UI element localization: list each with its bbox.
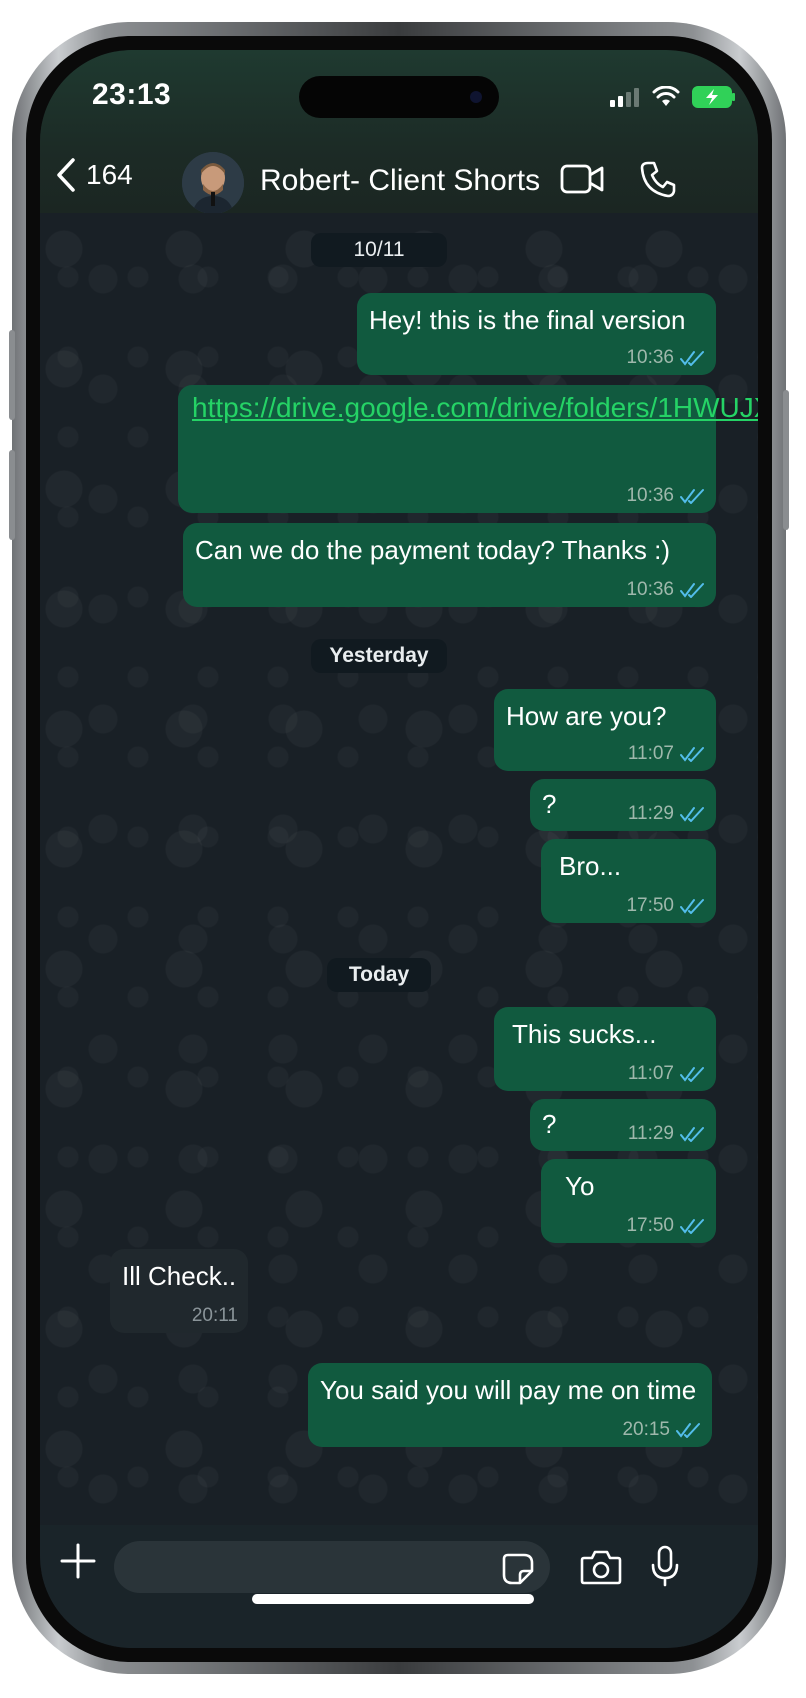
message-text: ?	[542, 1109, 557, 1139]
chat-header: 23:13 164 Robert- Client Shorts	[40, 50, 758, 216]
voice-call-button[interactable]	[640, 160, 676, 203]
message-meta: 20:11	[192, 1305, 238, 1327]
message-bubble[interactable]: ? 11:29	[530, 779, 716, 831]
battery-charging-icon	[692, 86, 735, 108]
message-input[interactable]	[114, 1541, 550, 1593]
date-separator: Today	[327, 958, 431, 992]
double-check-icon	[680, 1067, 704, 1082]
message-meta: 11:07	[628, 1063, 706, 1085]
message-composer	[40, 1525, 758, 1648]
message-time: 11:07	[627, 743, 674, 764]
message-link[interactable]: https://drive.google.com/drive/folders/1…	[192, 389, 758, 427]
phone-screen: 23:13 164 Robert- Client Shorts 10/11 He…	[40, 50, 758, 1648]
home-indicator[interactable]	[252, 1594, 534, 1604]
message-time: 20:11	[191, 1305, 238, 1326]
message-time: 11:07	[627, 1063, 674, 1084]
double-check-icon	[680, 583, 704, 598]
message-text: ?	[542, 789, 557, 819]
double-check-icon	[680, 1219, 704, 1234]
camera-icon	[580, 1550, 622, 1585]
status-icons	[610, 84, 736, 110]
side-button-left-2	[9, 450, 15, 540]
message-text: Bro...	[559, 851, 622, 881]
message-bubble[interactable]: Bro... 17:50	[541, 839, 716, 923]
contact-avatar[interactable]	[182, 152, 244, 214]
contact-name[interactable]: Robert- Client Shorts	[260, 164, 540, 198]
message-meta: 10:36	[626, 347, 706, 369]
message-text: Can we do the payment today? Thanks :)	[195, 535, 671, 565]
message-meta: 20:15	[622, 1419, 702, 1441]
message-text: This sucks...	[512, 1019, 657, 1049]
message-bubble[interactable]: This sucks... 11:07	[494, 1007, 716, 1091]
unread-count: 164	[86, 159, 133, 190]
message-time: 10:36	[626, 485, 674, 506]
camera-button[interactable]	[580, 1549, 622, 1590]
message-time: 20:15	[622, 1419, 670, 1440]
message-meta: 10:36	[626, 579, 706, 601]
side-button-right	[783, 390, 789, 530]
message-meta: 10:36	[626, 485, 706, 507]
double-check-icon	[680, 747, 704, 762]
double-check-icon	[676, 1423, 700, 1438]
double-check-icon	[680, 351, 704, 366]
message-meta: 11:29	[628, 803, 706, 825]
message-bubble[interactable]: Can we do the payment today? Thanks :) 1…	[183, 523, 716, 607]
message-bubble[interactable]: Hey! this is the final version 10:36	[357, 293, 716, 375]
message-time: 11:29	[627, 803, 674, 824]
signal-icon	[610, 88, 639, 107]
message-text: Ill Check..	[122, 1261, 237, 1291]
message-text: Hey! this is the final version	[369, 305, 686, 335]
sticker-button[interactable]	[502, 1553, 534, 1590]
chat-messages[interactable]: 10/11 Hey! this is the final version 10:…	[40, 213, 758, 1525]
side-button-left	[9, 330, 15, 420]
plus-icon	[60, 1543, 96, 1579]
message-bubble[interactable]: ? 11:29	[530, 1099, 716, 1151]
double-check-icon	[680, 807, 704, 822]
phone-call-icon	[640, 161, 676, 198]
message-time: 17:50	[626, 1215, 674, 1236]
message-bubble[interactable]: Yo 17:50	[541, 1159, 716, 1243]
message-bubble[interactable]: How are you? 11:07	[494, 689, 716, 771]
front-camera	[470, 91, 482, 103]
microphone-button[interactable]	[650, 1545, 680, 1592]
video-call-icon	[560, 164, 604, 194]
message-meta: 17:50	[626, 1215, 706, 1237]
chat-toolbar: 164 Robert- Client Shorts	[40, 150, 758, 216]
status-time: 23:13	[92, 78, 172, 111]
sticker-icon	[502, 1553, 534, 1585]
date-separator: Yesterday	[311, 639, 447, 673]
message-bubble-incoming[interactable]: Ill Check.. 20:11	[110, 1249, 248, 1333]
message-time: 11:29	[627, 1123, 674, 1144]
message-meta: 11:29	[628, 1123, 706, 1145]
message-meta: 17:50	[626, 895, 706, 917]
message-time: 10:36	[626, 347, 674, 368]
double-check-icon	[680, 899, 704, 914]
message-text: Yo	[565, 1171, 595, 1201]
avatar-image	[182, 152, 244, 214]
message-bubble-link[interactable]: https://drive.google.com/drive/folders/1…	[178, 385, 758, 513]
message-text: How are you?	[506, 701, 667, 731]
video-call-button[interactable]	[560, 164, 604, 199]
microphone-icon	[651, 1545, 679, 1587]
double-check-icon	[680, 1127, 704, 1142]
date-separator: 10/11	[311, 233, 447, 267]
message-bubble[interactable]: You said you will pay me on time 20:15	[308, 1363, 712, 1447]
back-chevron-icon	[57, 158, 75, 192]
dynamic-island	[299, 76, 499, 118]
back-button[interactable]: 164	[56, 158, 133, 192]
double-check-icon	[680, 489, 704, 504]
attach-button[interactable]	[58, 1541, 98, 1586]
wifi-icon	[652, 86, 680, 106]
message-time: 17:50	[626, 895, 674, 916]
message-meta: 11:07	[628, 743, 706, 765]
message-text: You said you will pay me on time	[320, 1375, 697, 1405]
message-time: 10:36	[626, 579, 674, 600]
